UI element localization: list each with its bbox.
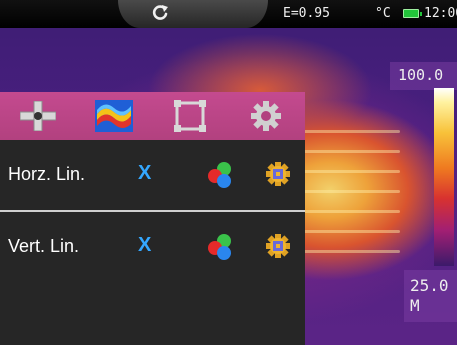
measure-menu: Horz. Lin. X Vert. Lin. X <box>0 92 305 345</box>
row-label: Horz. Lin. <box>8 164 86 184</box>
color-dots-icon[interactable] <box>205 160 235 190</box>
temperature-unit: °C <box>375 6 391 21</box>
row-vertical-line: Vert. Lin. X <box>0 212 305 282</box>
scale-min-value: 25.0 <box>410 276 449 295</box>
puzzle-gear-icon[interactable] <box>266 234 290 258</box>
puzzle-gear-icon[interactable] <box>266 162 290 186</box>
emissivity-value: E=0.95 <box>283 6 330 21</box>
battery-icon <box>403 9 422 18</box>
menu-body: Horz. Lin. X Vert. Lin. X <box>0 140 305 345</box>
menu-tab-bar <box>0 92 305 140</box>
refresh-icon[interactable] <box>150 3 170 23</box>
tab-area[interactable] <box>152 92 228 140</box>
toggle-off-button[interactable]: X <box>138 162 151 185</box>
gear-icon <box>251 101 281 131</box>
temperature-scale-bar <box>434 88 454 266</box>
status-tab <box>118 0 268 28</box>
status-bar: E=0.95 °C 12:00 <box>0 0 457 28</box>
tab-crosshair[interactable] <box>0 92 76 140</box>
tab-profile[interactable] <box>76 92 152 140</box>
crosshair-icon <box>20 101 56 131</box>
scale-mode: M <box>410 296 420 315</box>
tab-settings[interactable] <box>228 92 304 140</box>
row-label: Vert. Lin. <box>8 236 80 256</box>
toggle-off-button[interactable]: X <box>138 234 151 257</box>
row-horizontal-line: Horz. Lin. X <box>0 140 305 212</box>
area-box-icon <box>174 100 206 132</box>
scale-min-label: 25.0 M <box>404 270 457 322</box>
profile-icon <box>95 100 133 132</box>
scale-max-label: 100.0 <box>390 62 457 90</box>
clock: 12:00 <box>424 6 457 21</box>
color-dots-icon[interactable] <box>205 232 235 262</box>
